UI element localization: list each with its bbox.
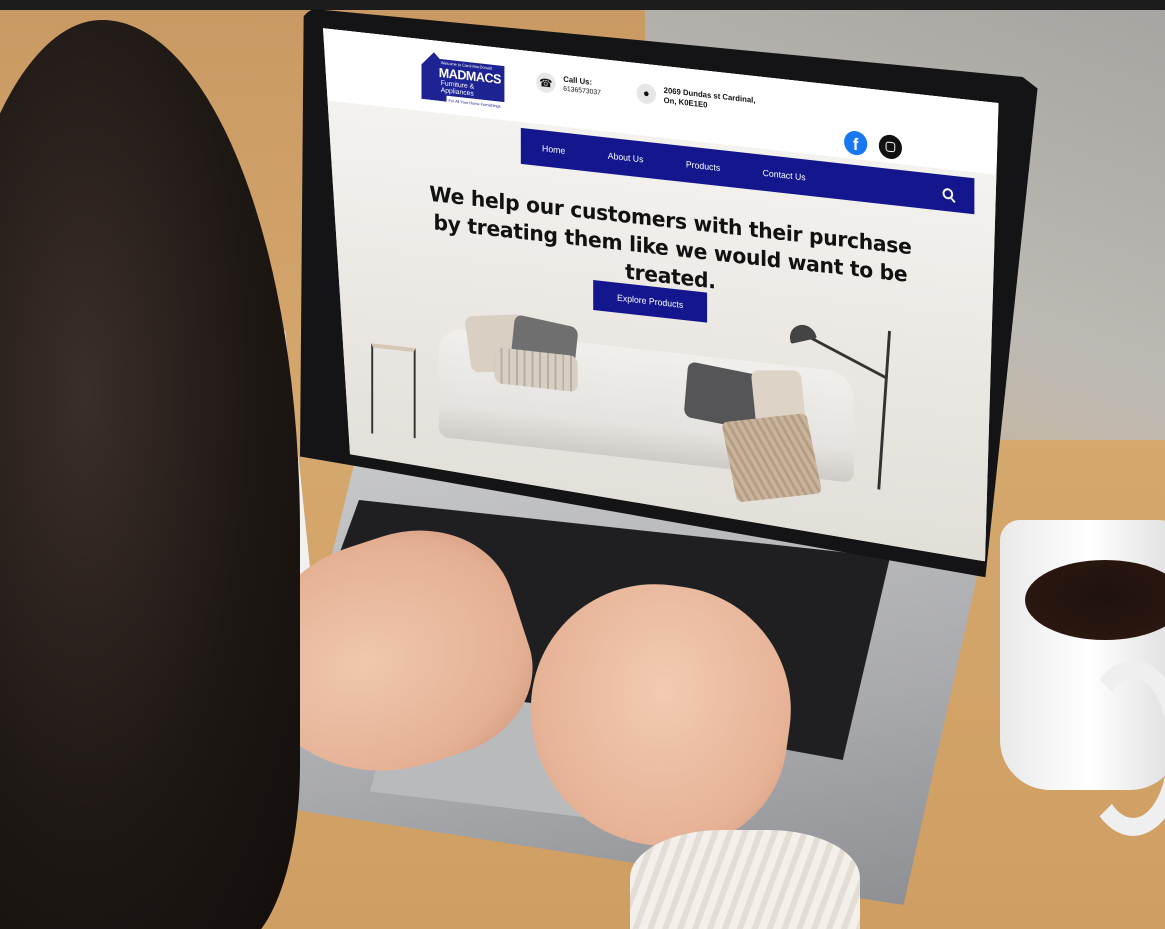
phone-icon: ☎ <box>536 72 555 94</box>
nav-item-home[interactable]: Home <box>521 141 587 158</box>
map-pin-icon: ● <box>637 83 656 105</box>
sweater-sleeve <box>630 830 860 929</box>
site-logo[interactable]: Welcome to Carol MacDonald MADMACS Furni… <box>421 51 506 112</box>
search-icon[interactable] <box>940 184 955 202</box>
nav-item-products[interactable]: Products <box>665 157 742 176</box>
throw-blanket <box>721 413 822 502</box>
facebook-icon[interactable]: f <box>844 130 867 157</box>
photo-scene: Welcome to Carol MacDonald MADMACS Furni… <box>0 0 1165 929</box>
phone-number: 6136573037 <box>563 85 601 97</box>
call-us-label: Call Us: <box>563 74 593 87</box>
nav-item-contact-us[interactable]: Contact Us <box>741 165 826 184</box>
top-border <box>0 0 1165 10</box>
nav-item-about-us[interactable]: About Us <box>586 148 664 167</box>
instagram-icon[interactable] <box>879 134 902 161</box>
side-table <box>371 343 415 438</box>
